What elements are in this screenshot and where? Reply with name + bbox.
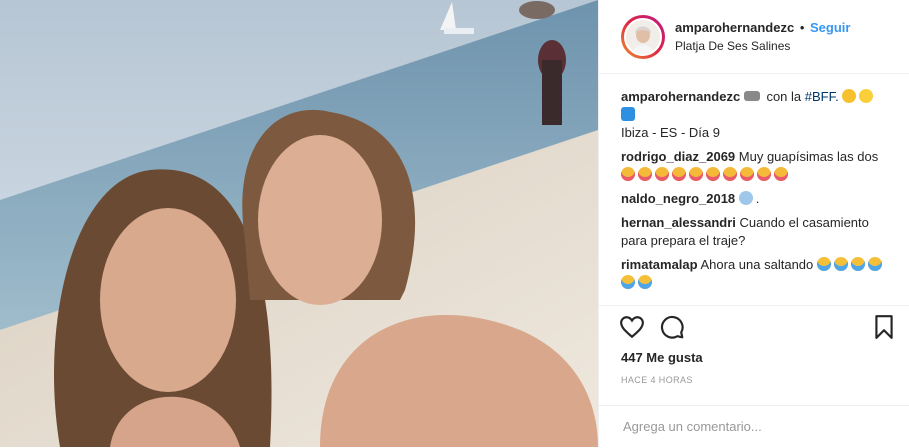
caption-subtitle: Ibiza - ES - Día 9 (621, 125, 720, 140)
comment-input[interactable] (621, 418, 895, 435)
instagram-post: amparohernandezc • Seguir Platja De Ses … (0, 0, 909, 447)
sunglasses-face-icon (842, 89, 857, 103)
post-photo[interactable] (0, 0, 598, 447)
comment-username[interactable]: rodrigo_diaz_2069 (621, 149, 735, 164)
header-username[interactable]: amparohernandezc (675, 20, 794, 35)
comment-row: rodrigo_diaz_2069 Muy guapísimas las dos (621, 148, 897, 184)
tongue-face-icon (689, 167, 703, 181)
tongue-face-icon (638, 167, 652, 181)
comment-text: Ahora una saltando (700, 257, 814, 272)
tongue-face-icon (706, 167, 720, 181)
tongue-face-icon (672, 167, 686, 181)
laughing-face-icon (850, 257, 865, 271)
caption: amparohernandezc con la #BFF. Ibiza - ES… (621, 88, 897, 142)
avatar[interactable] (621, 14, 665, 59)
tongue-face-icon (655, 167, 669, 181)
comment-username[interactable]: hernan_alessandri (621, 215, 736, 230)
laughing-face-icon (867, 257, 882, 271)
tongue-face-icon (723, 167, 737, 181)
laughing-face-icon (816, 257, 831, 271)
laughing-face-icon (621, 275, 635, 289)
heart-icon[interactable] (619, 314, 645, 340)
post-time: HACE 4 HORAS (621, 375, 693, 385)
laughing-face-icon (833, 257, 848, 271)
tongue-face-icon (774, 167, 788, 181)
comments-list[interactable]: amparohernandezc con la #BFF. Ibiza - ES… (621, 88, 897, 304)
tongue-face-icon (757, 167, 771, 181)
comment-text: Muy guapísimas las dos (738, 149, 879, 164)
comment-trailing: . (755, 191, 760, 206)
scream-face-icon (738, 191, 753, 205)
tongue-face-icon (740, 167, 754, 181)
beach-selfie-image (0, 0, 598, 447)
post-side-panel: amparohernandezc • Seguir Platja De Ses … (598, 0, 909, 447)
hashtag-link[interactable]: #BFF. (805, 89, 839, 104)
tongue-face-icon (621, 167, 635, 181)
follow-button[interactable]: Seguir (810, 20, 850, 35)
post-header: amparohernandezc • Seguir Platja De Ses … (599, 0, 909, 74)
comment-row: rimatamalap Ahora una saltando (621, 256, 897, 292)
header-separator: • (799, 19, 805, 35)
comment-form (599, 405, 909, 448)
comment-username[interactable]: naldo_negro_2018 (621, 191, 735, 206)
car-icon (743, 91, 760, 101)
avatar-image (624, 17, 662, 56)
wave-icon (621, 107, 635, 121)
sun-icon (859, 89, 874, 103)
bookmark-icon[interactable] (871, 314, 897, 340)
caption-username[interactable]: amparohernandezc (621, 89, 740, 104)
likes-count[interactable]: 447 Me gusta (621, 350, 703, 365)
comment-icon[interactable] (659, 314, 685, 340)
location-link[interactable]: Platja De Ses Salines (675, 37, 850, 55)
divider (599, 305, 909, 306)
comment-row: naldo_negro_2018 . (621, 190, 897, 208)
action-bar (619, 314, 897, 344)
laughing-face-icon (638, 275, 652, 289)
comment-username[interactable]: rimatamalap (621, 257, 698, 272)
comment-row: hernan_alessandri Cuando el casamiento p… (621, 214, 897, 250)
caption-text: con la (766, 89, 802, 104)
